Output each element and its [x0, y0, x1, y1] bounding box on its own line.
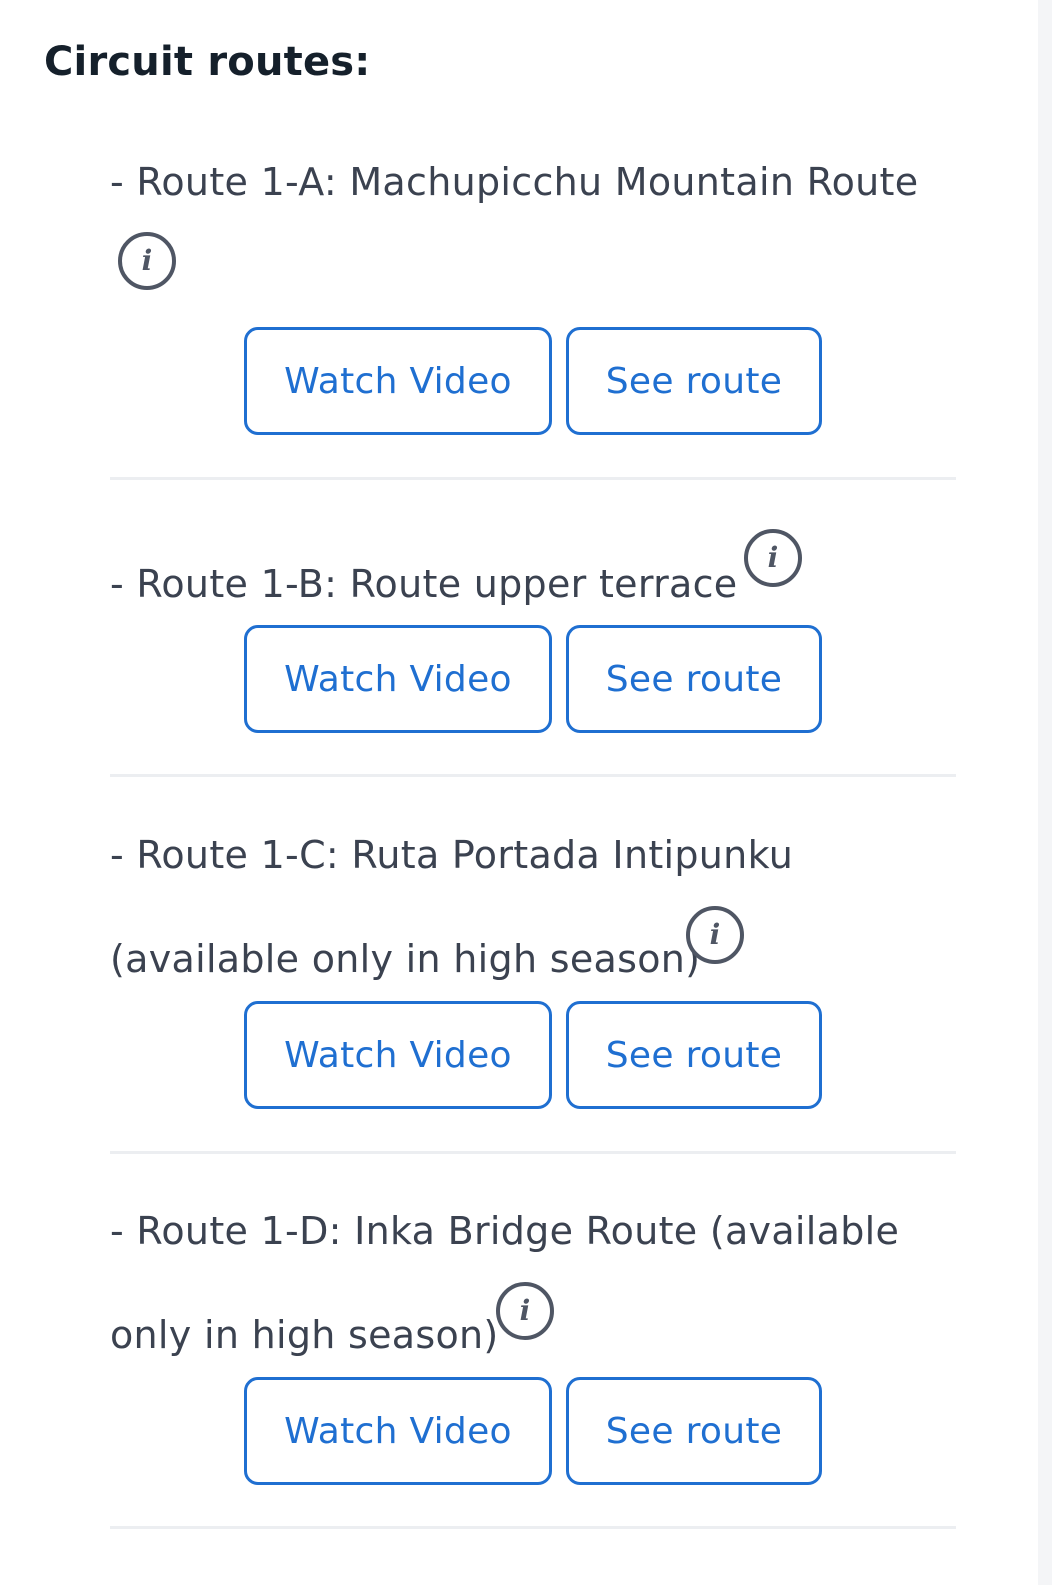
- info-icon: i: [519, 1294, 531, 1327]
- watch-video-button[interactable]: Watch Video: [244, 1001, 552, 1109]
- info-button[interactable]: i: [118, 232, 176, 290]
- route-title: - Route 1-D: Inka Bridge Route (availabl…: [110, 1209, 900, 1253]
- info-icon: i: [767, 541, 779, 574]
- page-edge: [1038, 0, 1052, 1585]
- divider: [110, 477, 956, 480]
- see-route-button[interactable]: See route: [566, 1377, 822, 1485]
- see-route-button[interactable]: See route: [566, 1001, 822, 1109]
- see-route-button[interactable]: See route: [566, 327, 822, 435]
- see-route-button[interactable]: See route: [566, 625, 822, 733]
- route-title: - Route 1-A: Machupicchu Mountain Route: [110, 160, 919, 204]
- route-title: - Route 1-C: Ruta Portada Intipunku: [110, 833, 794, 877]
- info-button[interactable]: i: [496, 1282, 554, 1340]
- route-title: - Route 1-B: Route upper terrace: [110, 562, 738, 606]
- info-icon: i: [709, 918, 721, 951]
- info-button[interactable]: i: [744, 529, 802, 587]
- route-title-continued: (available only in high season): [110, 937, 701, 981]
- page-title: Circuit routes:: [44, 39, 371, 85]
- watch-video-button[interactable]: Watch Video: [244, 625, 552, 733]
- divider: [110, 774, 956, 777]
- route-title-continued: only in high season): [110, 1313, 499, 1357]
- divider: [110, 1151, 956, 1154]
- info-button[interactable]: i: [686, 906, 744, 964]
- watch-video-button[interactable]: Watch Video: [244, 327, 552, 435]
- info-icon: i: [141, 244, 153, 277]
- divider: [110, 1526, 956, 1529]
- watch-video-button[interactable]: Watch Video: [244, 1377, 552, 1485]
